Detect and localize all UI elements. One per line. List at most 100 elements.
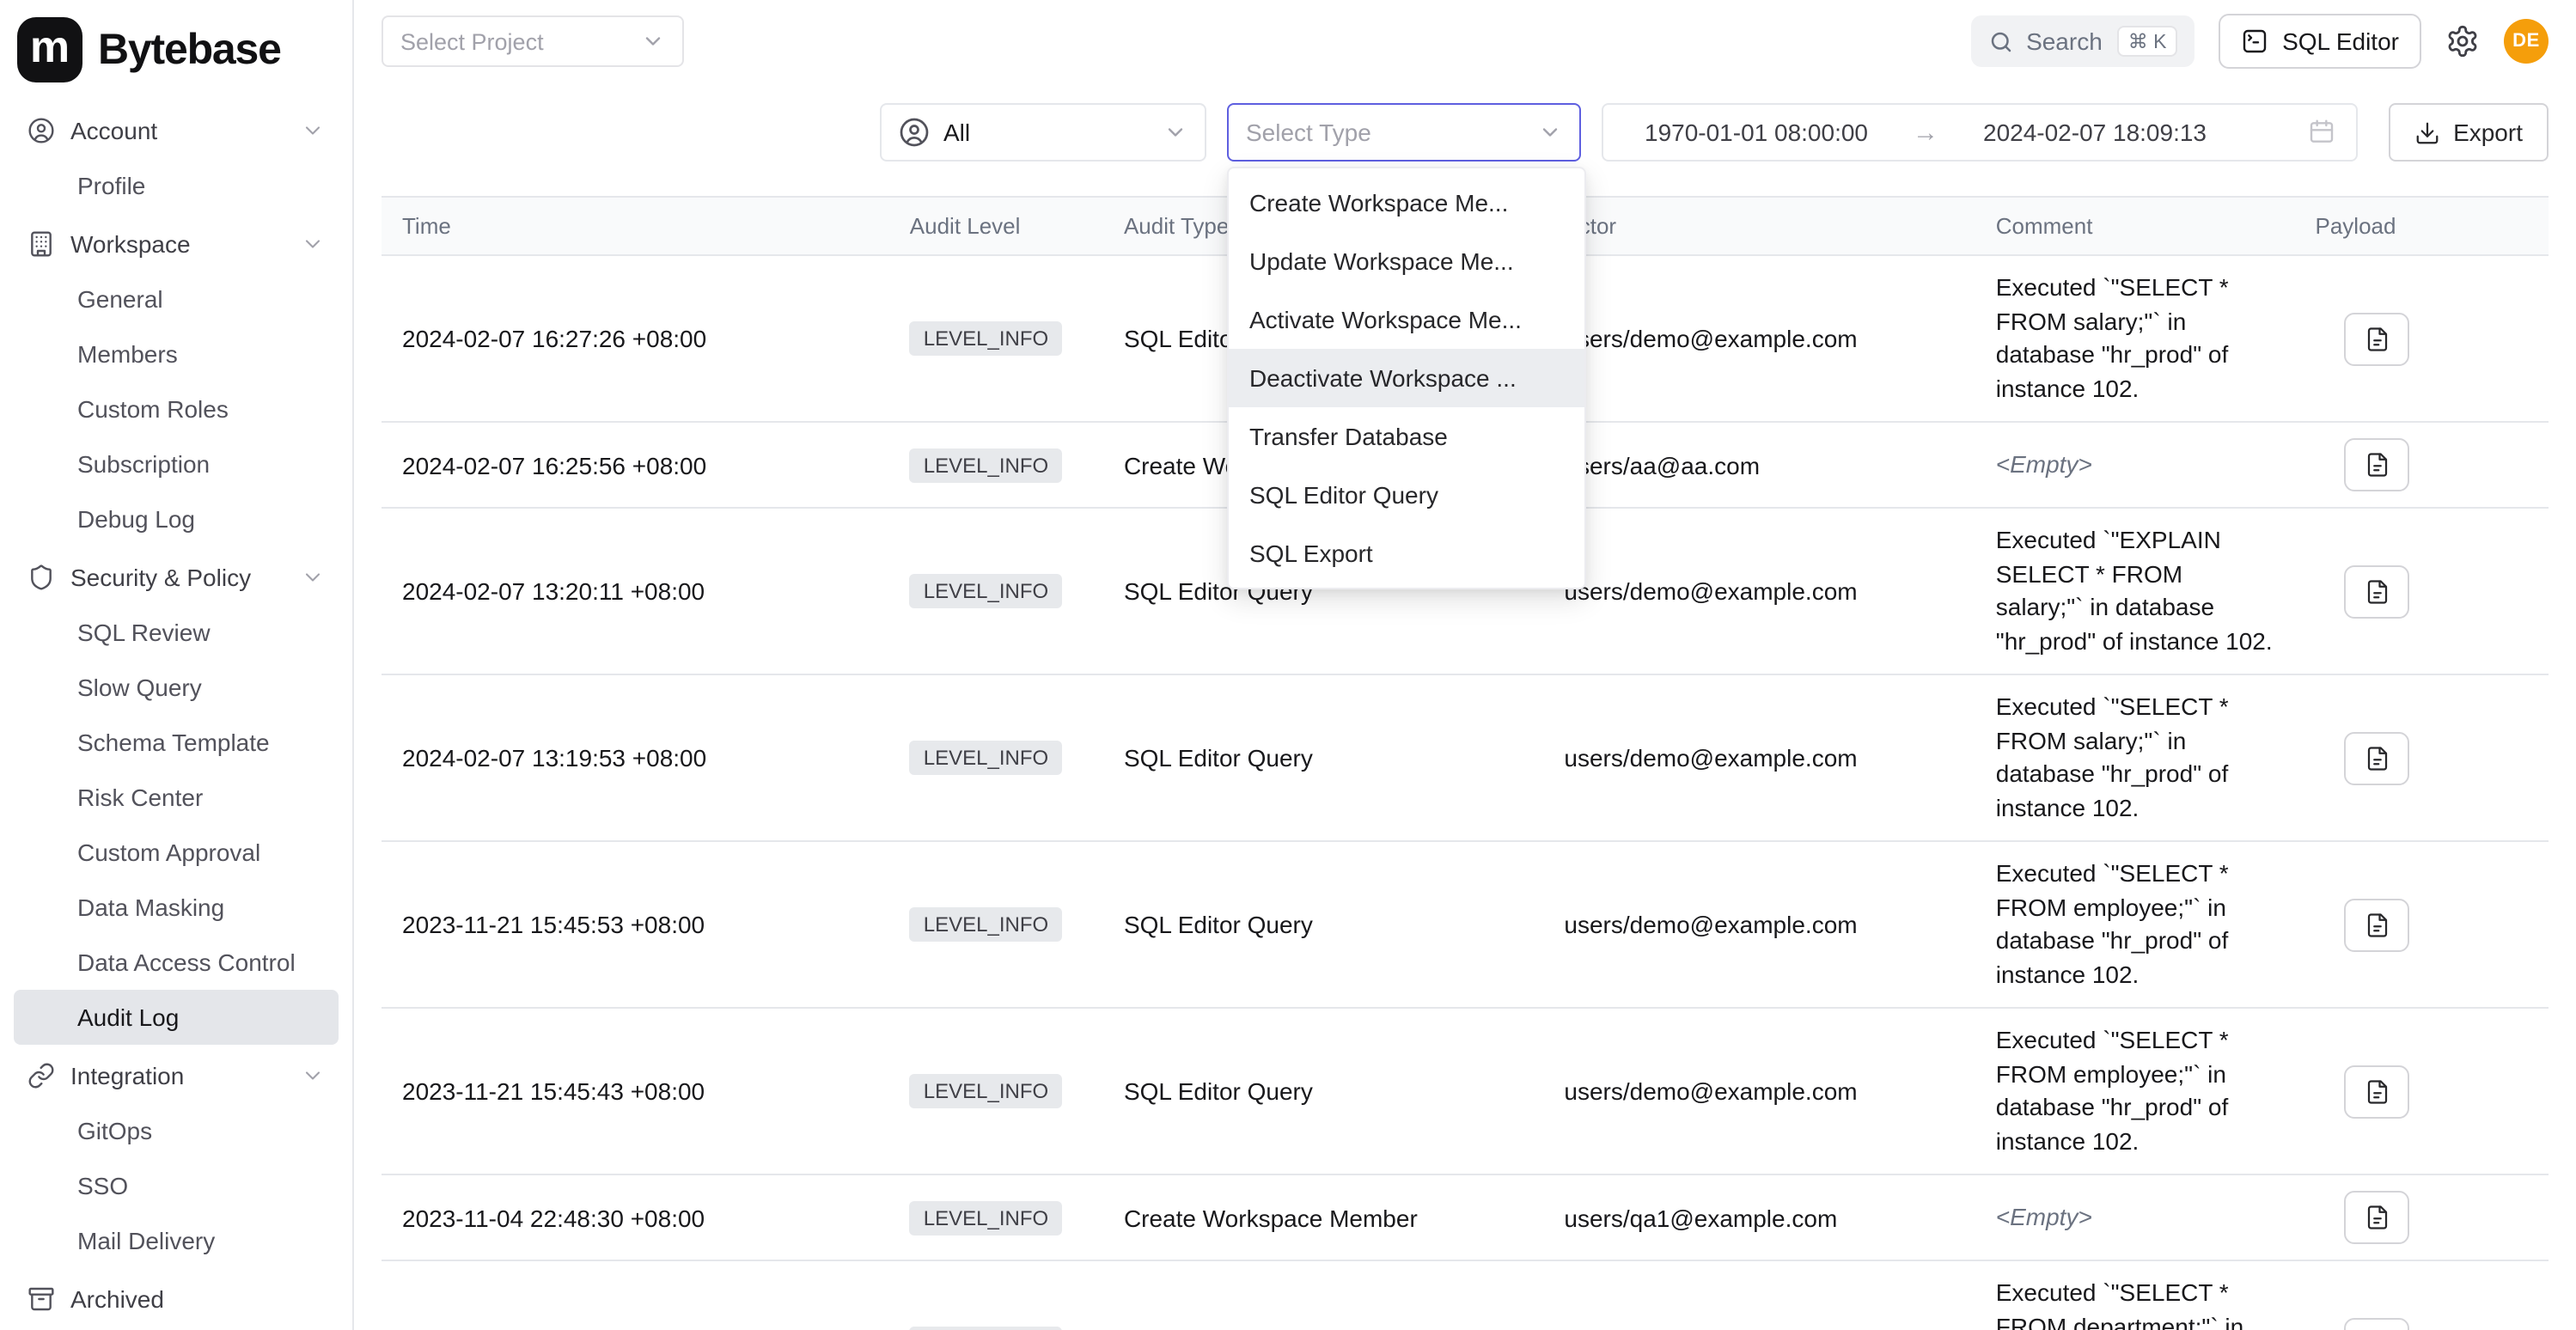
cell-payload [2295,422,2549,508]
cell-audit-level: LEVEL_INFO [889,674,1103,841]
column-header-comment: Comment [1975,197,2295,255]
user-avatar[interactable]: DE [2504,19,2549,64]
cell-payload [2295,255,2549,422]
sidebar-item-slow-query[interactable]: Slow Query [14,660,339,715]
dropdown-option-sql-export[interactable]: SQL Export [1229,524,1584,583]
sidebar-nav: AccountProfileWorkspaceGeneralMembersCus… [14,103,339,1327]
sidebar-item-schema-template[interactable]: Schema Template [14,715,339,770]
sidebar-item-profile[interactable]: Profile [14,158,339,213]
dropdown-option-deactivate-workspace[interactable]: Deactivate Workspace ... [1229,349,1584,407]
sidebar-item-risk-center[interactable]: Risk Center [14,770,339,825]
empty-comment: <Empty> [1996,1203,2092,1230]
sidebar-item-general[interactable]: General [14,271,339,326]
sidebar-item-subscription[interactable]: Subscription [14,436,339,491]
sidebar-section-label: Workspace [70,230,191,258]
level-badge: LEVEL_INFO [910,1327,1062,1330]
payload-button[interactable] [2345,1065,2410,1118]
cell-actor: users/demo@example.com [1543,255,1975,422]
cell-audit-level: LEVEL_INFO [889,255,1103,422]
sidebar-section-workspace[interactable]: Workspace [14,217,339,271]
sidebar-item-audit-log[interactable]: Audit Log [14,990,339,1045]
file-icon [2365,452,2390,478]
download-icon [2414,119,2439,145]
topbar: Select Project Search ⌘ K SQL Editor DE [354,0,2576,82]
dropdown-option-create-workspace-me[interactable]: Create Workspace Me... [1229,174,1584,232]
project-select[interactable]: Select Project [382,15,684,67]
cell-time: 2023-11-04 21:26:34 +08:00 [382,1260,889,1330]
sidebar-item-mail-delivery[interactable]: Mail Delivery [14,1213,339,1268]
cell-comment: Executed `"SELECT * FROM employee;"` in … [1975,1008,2295,1174]
sidebar-item-sso[interactable]: SSO [14,1158,339,1213]
sidebar-section-label: Security & Policy [70,564,251,591]
sidebar-section-security-policy[interactable]: Security & Policy [14,550,339,605]
cell-time: 2023-11-04 22:48:30 +08:00 [382,1174,889,1260]
sidebar-section-integration[interactable]: Integration [14,1048,339,1103]
bytebase-logo[interactable]: m Bytebase [14,14,339,100]
arrow-right-icon: → [1913,118,1938,147]
search-input[interactable]: Search ⌘ K [1971,15,2194,67]
dropdown-option-transfer-database[interactable]: Transfer Database [1229,407,1584,466]
cell-audit-level: LEVEL_INFO [889,1260,1103,1330]
sidebar-section-label: Account [70,117,157,144]
building-icon [27,230,55,258]
chevron-down-icon [1538,120,1562,144]
sidebar-item-custom-approval[interactable]: Custom Approval [14,825,339,880]
cell-actor: users/aa@aa.com [1543,422,1975,508]
chevron-down-icon [641,29,665,53]
sidebar-section-account[interactable]: Account [14,103,339,158]
dropdown-option-update-workspace-me[interactable]: Update Workspace Me... [1229,232,1584,290]
type-select-placeholder: Select Type [1246,119,1371,146]
sidebar-item-debug-log[interactable]: Debug Log [14,491,339,546]
cell-actor: users/demo@example.com [1543,674,1975,841]
dropdown-option-sql-editor-query[interactable]: SQL Editor Query [1229,466,1584,524]
chevron-down-icon [1163,120,1187,144]
user-circle-icon [899,117,930,148]
link-icon [27,1062,55,1089]
settings-gear-icon[interactable] [2445,24,2480,58]
dropdown-option-activate-workspace-me[interactable]: Activate Workspace Me... [1229,290,1584,349]
type-select[interactable]: Select Type [1227,103,1581,162]
cell-payload [2295,674,2549,841]
payload-button[interactable] [2345,564,2410,618]
actor-filter-select[interactable]: All [880,103,1206,162]
filter-row: All Select Type 1970-01-01 08:00:00 → 20… [354,82,2576,162]
cell-audit-level: LEVEL_INFO [889,1174,1103,1260]
payload-button[interactable] [2345,1191,2410,1244]
sidebar-item-data-masking[interactable]: Data Masking [14,880,339,935]
archive-icon [27,1285,55,1313]
cell-payload [2295,1260,2549,1330]
cell-comment: Executed `"SELECT * FROM department;"` i… [1975,1260,2295,1330]
sidebar-item-data-access-control[interactable]: Data Access Control [14,935,339,990]
sql-editor-icon [2241,27,2268,55]
date-from: 1970-01-01 08:00:00 [1645,119,1868,146]
payload-button[interactable] [2345,1317,2410,1330]
cell-time: 2024-02-07 16:25:56 +08:00 [382,422,889,508]
level-badge: LEVEL_INFO [910,1200,1062,1235]
table-row: 2023-11-21 15:45:53 +08:00LEVEL_INFOSQL … [382,841,2549,1008]
cell-comment: <Empty> [1975,422,2295,508]
sidebar-item-custom-roles[interactable]: Custom Roles [14,381,339,436]
payload-button[interactable] [2345,731,2410,784]
topbar-right: Search ⌘ K SQL Editor DE [1971,14,2549,69]
cell-comment: Executed `"SELECT * FROM employee;"` in … [1975,841,2295,1008]
cell-time: 2023-11-21 15:45:43 +08:00 [382,1008,889,1174]
sidebar-item-members[interactable]: Members [14,326,339,381]
sidebar-section-label: Archived [70,1285,164,1313]
cell-comment: Executed `"SELECT * FROM salary;"` in da… [1975,674,2295,841]
cell-audit-type: SQL Editor Query [1103,674,1543,841]
level-badge: LEVEL_INFO [910,907,1062,942]
table-row: 2023-11-04 22:48:30 +08:00LEVEL_INFOCrea… [382,1174,2549,1260]
date-range-picker[interactable]: 1970-01-01 08:00:00 → 2024-02-07 18:09:1… [1602,103,2358,162]
payload-button[interactable] [2345,898,2410,951]
payload-button[interactable] [2345,312,2410,365]
export-button[interactable]: Export [2388,103,2549,162]
sidebar-item-sql-review[interactable]: SQL Review [14,605,339,660]
sidebar-section-archived[interactable]: Archived [14,1272,339,1327]
empty-comment: <Empty> [1996,450,2092,478]
cell-time: 2024-02-07 13:19:53 +08:00 [382,674,889,841]
sql-editor-button[interactable]: SQL Editor [2219,14,2421,69]
payload-button[interactable] [2345,438,2410,491]
cell-comment: <Empty> [1975,1174,2295,1260]
sidebar-item-gitops[interactable]: GitOps [14,1103,339,1158]
type-dropdown: Create Workspace Me...Update Workspace M… [1227,167,1586,589]
